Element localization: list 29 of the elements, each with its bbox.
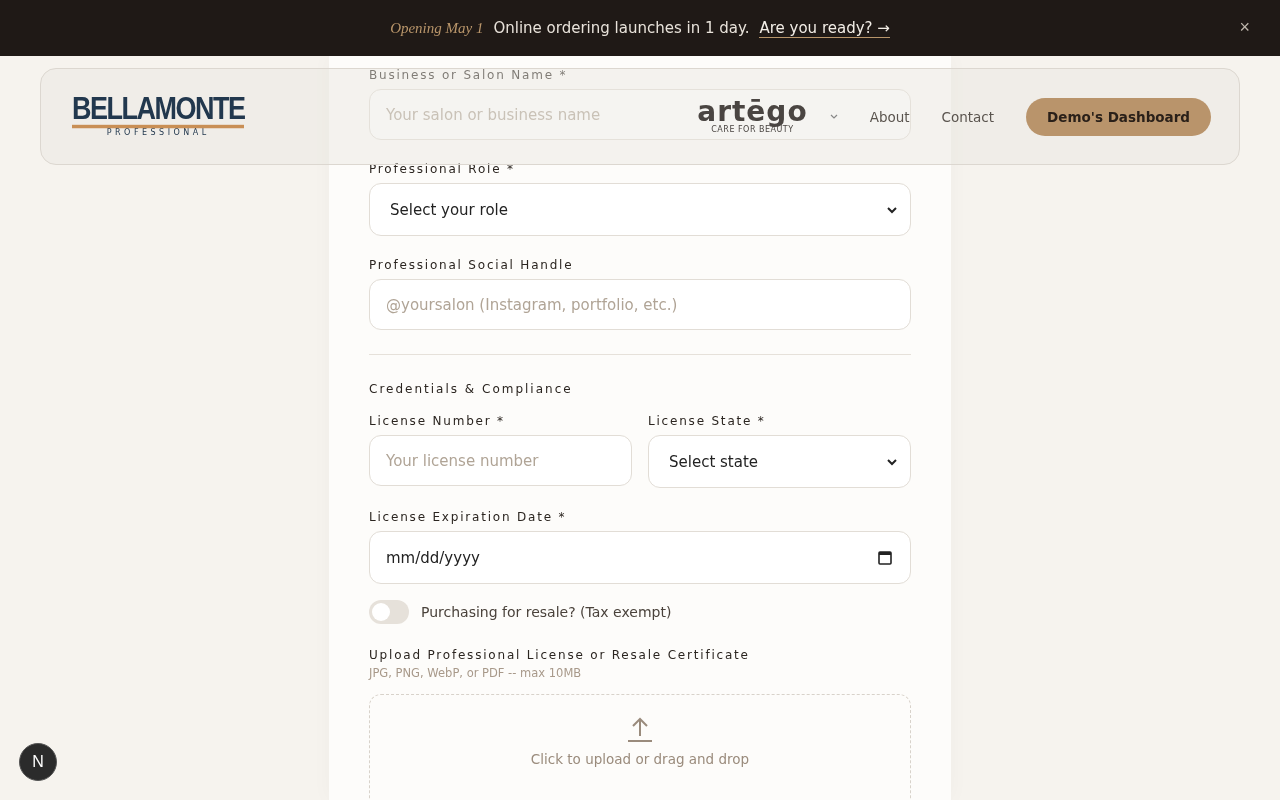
- section-heading: Credentials & Compliance: [369, 382, 574, 396]
- select-field[interactable]: Select your role: [369, 183, 911, 236]
- toggle-switch[interactable]: [369, 600, 409, 624]
- field-label: Professional Social Handle: [369, 258, 575, 272]
- text-field[interactable]: @yoursalon (Instagram, portfolio, etc.): [369, 279, 911, 330]
- calendar-icon: [878, 550, 892, 565]
- dev-indicator-button[interactable]: N: [19, 743, 57, 781]
- upload-prompt: Click to upload or drag and drop: [530, 751, 750, 767]
- field-label: License State *: [648, 414, 767, 428]
- chevron-down-icon[interactable]: [829, 113, 838, 120]
- artego-logo[interactable]: artēgo CARE FOR BEAUTY: [697, 99, 808, 134]
- close-button[interactable]: ×: [1233, 16, 1256, 39]
- announcement-link[interactable]: Are you ready? →: [759, 18, 890, 38]
- field-label: License Expiration Date *: [369, 510, 568, 524]
- text-field[interactable]: Your license number: [369, 435, 632, 486]
- upload-icon: [627, 717, 653, 743]
- field-label: License Number *: [369, 414, 506, 428]
- bellamonte-logo[interactable]: BELLAMONTE PROFESSIONAL: [72, 96, 245, 137]
- upload-hint: JPG, PNG, WebP, or PDF -- max 10MB: [369, 666, 583, 680]
- announcement-text: Online ordering launches in 1 day.: [493, 19, 750, 37]
- dashboard-button[interactable]: Demo's Dashboard: [1026, 97, 1211, 136]
- field-label: Upload Professional License or Resale Certificate: [369, 648, 751, 662]
- nav-link[interactable]: About: [869, 108, 910, 125]
- toggle-label: Purchasing for resale? (Tax exempt): [421, 604, 672, 620]
- announcement-tag: Opening May 1: [390, 19, 484, 37]
- nav-link[interactable]: Contact: [941, 108, 995, 125]
- date-field[interactable]: mm/dd/yyyy: [369, 531, 911, 584]
- field-label: Business or Salon Name *: [369, 68, 569, 82]
- select-field[interactable]: Select state: [648, 435, 911, 488]
